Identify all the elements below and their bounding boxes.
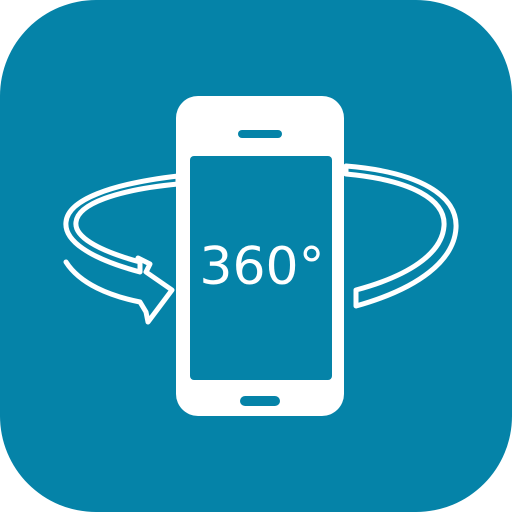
rotate-360-icon: 360° — [0, 0, 512, 512]
rotation-degree-label: 360° — [199, 237, 324, 297]
smartphone-home-button — [240, 396, 280, 406]
smartphone-earpiece — [238, 130, 282, 138]
rotate-360-app-icon[interactable]: 360° — [0, 0, 512, 512]
